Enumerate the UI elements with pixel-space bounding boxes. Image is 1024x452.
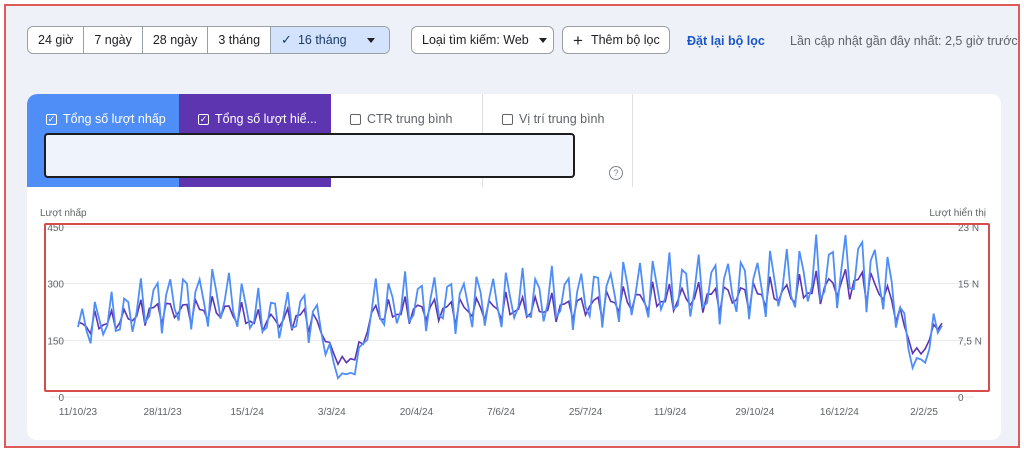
x-tick: 11/10/23 <box>59 407 98 418</box>
y-axis-right-label: Lượt hiển thị <box>929 207 986 219</box>
y-tick-right: 0 <box>958 393 964 404</box>
x-tick: 20/4/24 <box>400 407 434 418</box>
x-tick: 3/3/24 <box>318 407 346 418</box>
x-tick: 29/10/24 <box>735 407 774 418</box>
x-tick: 25/7/24 <box>569 407 603 418</box>
x-tick: 11/9/24 <box>654 407 687 418</box>
x-tick: 2/2/25 <box>910 407 938 418</box>
x-axis-ticks: 11/10/23 28/11/23 15/1/24 3/3/24 20/4/24 7/6/… <box>59 407 938 418</box>
x-tick: 7/6/24 <box>487 407 515 418</box>
y-axis-left-label: Lượt nhấp <box>40 207 87 219</box>
x-tick: 28/11/23 <box>144 407 183 418</box>
highlight-box <box>44 223 990 392</box>
y-tick-left: 0 <box>58 393 64 404</box>
x-tick: 16/12/24 <box>820 407 859 418</box>
x-tick: 15/1/24 <box>231 407 265 418</box>
